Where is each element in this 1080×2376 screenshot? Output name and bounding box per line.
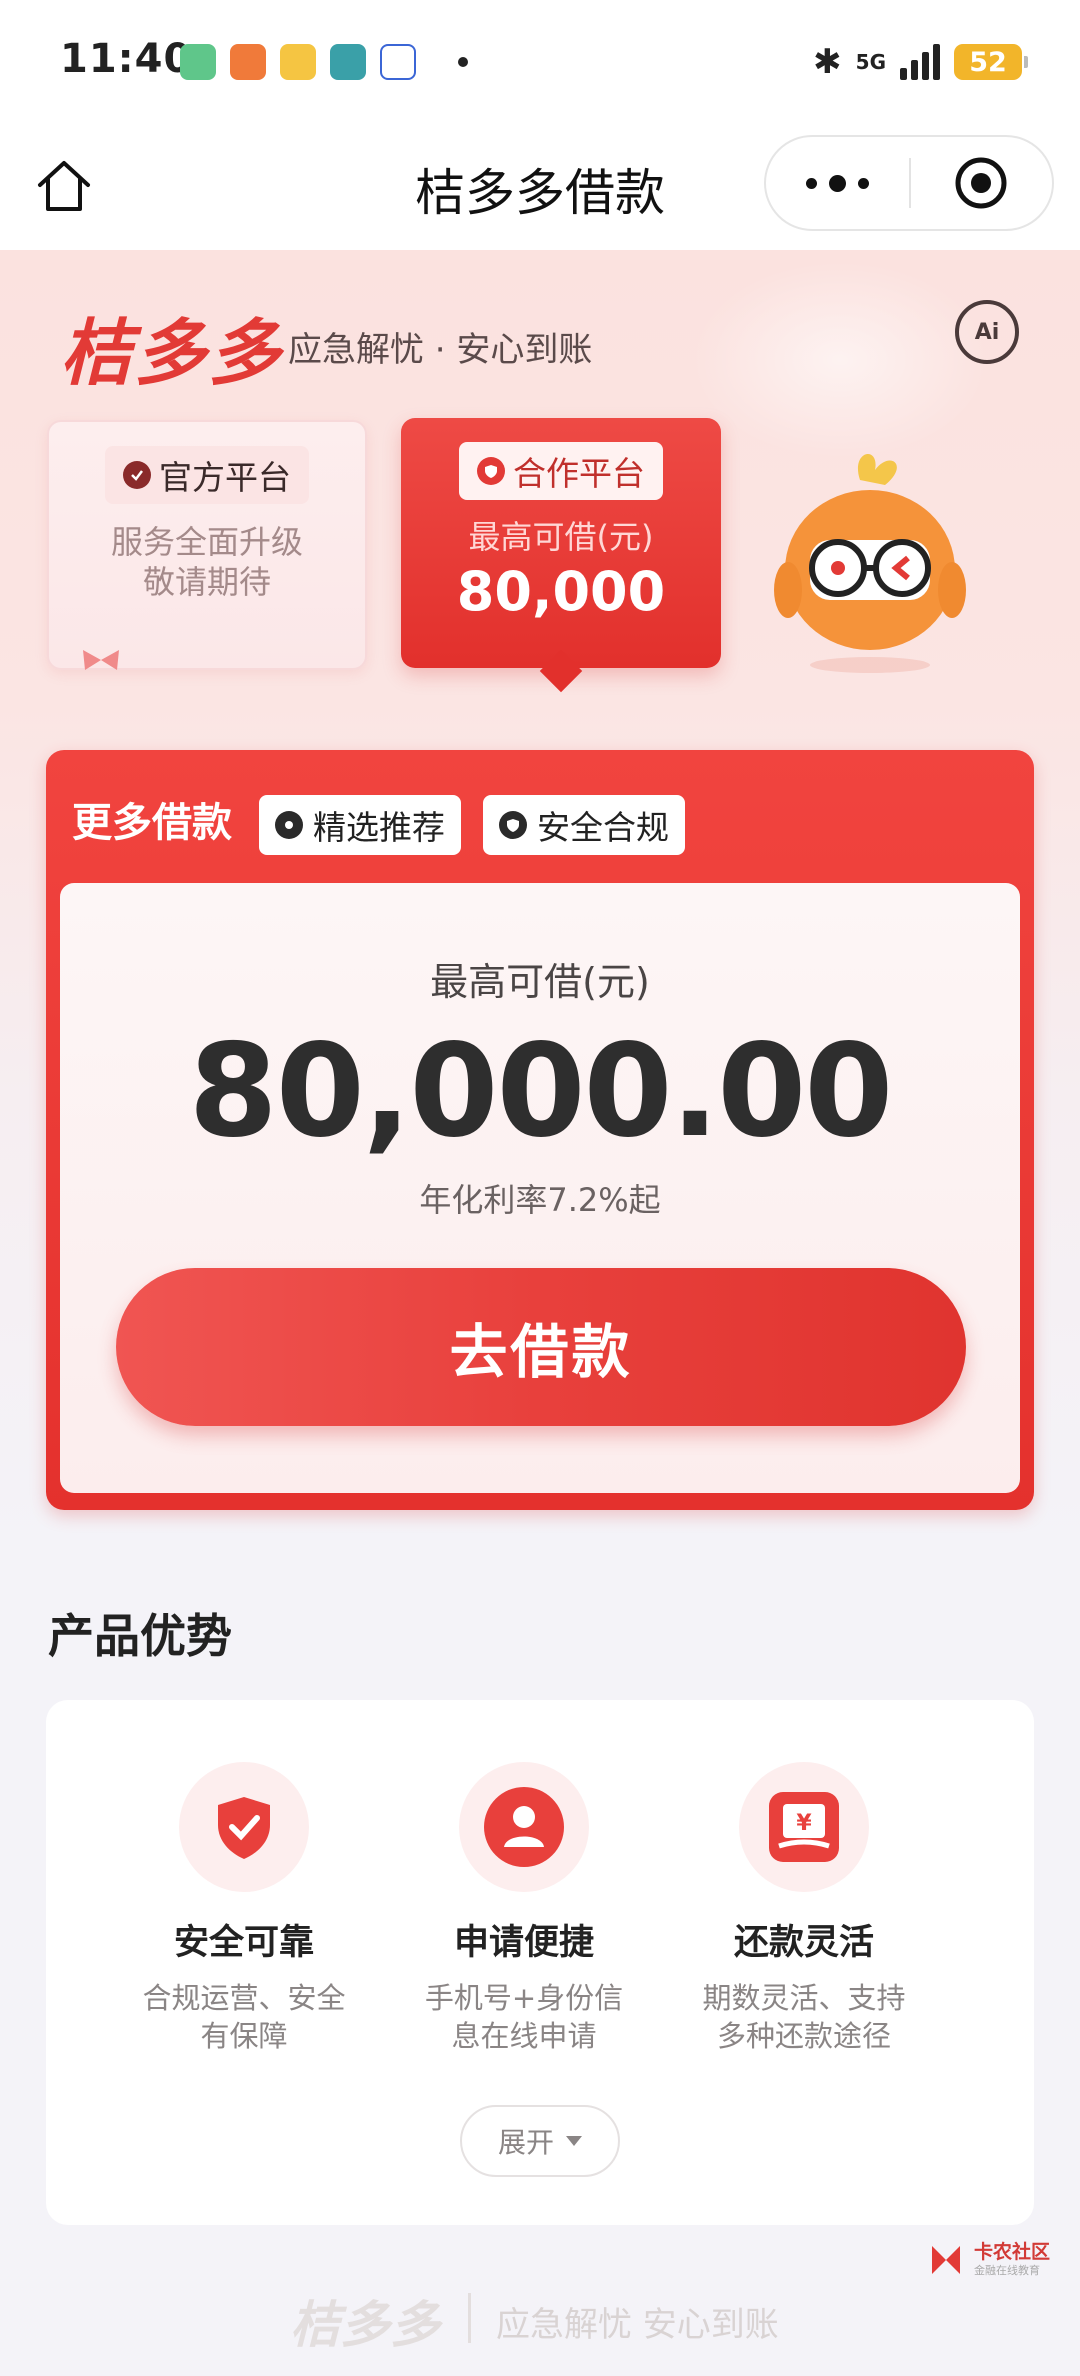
footer: 桔多多 应急解忧 安心到账	[0, 2285, 1080, 2355]
brand-logo: 桔多多	[60, 311, 283, 395]
bow-icon	[83, 650, 119, 670]
partner-platform-tab[interactable]: 合作平台 最高可借(元) 80,000	[401, 418, 721, 693]
svg-text:¥: ¥	[796, 1811, 812, 1836]
max-borrow-label: 最高可借(元)	[430, 960, 650, 1004]
shield-check-icon	[179, 1762, 309, 1892]
shield-badge-icon	[499, 811, 527, 839]
app-notification-icon	[230, 44, 266, 80]
annual-rate-text: 年化利率7.2%起	[419, 1180, 661, 1219]
signal-icon	[900, 44, 940, 80]
mascot-image	[774, 453, 966, 673]
network-type: 5G	[855, 50, 886, 74]
star-badge-icon	[275, 811, 303, 839]
official-platform-tab[interactable]: 官方平台 服务全面升级 敬请期待	[47, 420, 367, 670]
badge-featured: 精选推荐	[259, 795, 461, 855]
more-notifications-icon	[458, 57, 468, 67]
badge-compliant: 安全合规	[483, 795, 685, 855]
official-platform-label: 官方平台	[159, 458, 291, 497]
max-borrow-amount: 80,000.00	[188, 1017, 894, 1166]
partner-platform-label: 合作平台	[513, 454, 645, 493]
app-notification-icon	[330, 44, 366, 80]
battery-icon: 52	[954, 44, 1028, 80]
bluetooth-icon: ✱	[813, 42, 842, 82]
watermark-logo-icon	[931, 2246, 960, 2274]
feature-item: 申请便捷 手机号+身份信 息在线申请	[374, 1762, 674, 2055]
hero-section: 桔多多 应急解忧 · 安心到账 Ai 官方平台 服务全面升级 敬请期待 合作平台…	[0, 250, 1080, 1550]
advantages-title: 产品优势	[48, 1609, 232, 1663]
expand-button[interactable]: 展开	[460, 2105, 620, 2177]
brand-slogan: 应急解忧 · 安心到账	[288, 330, 593, 370]
official-desc-line2: 敬请期待	[142, 563, 271, 601]
official-desc-line1: 服务全面升级	[110, 523, 303, 561]
mini-program-capsule	[764, 135, 1054, 231]
footer-slogan: 应急解忧 安心到账	[496, 2305, 779, 2345]
shield-badge-icon	[477, 457, 505, 485]
check-badge-icon	[123, 461, 151, 489]
loan-amount-panel: 最高可借(元) 80,000.00 年化利率7.2%起 去借款	[60, 883, 1020, 1493]
loan-card: 更多借款 精选推荐 安全合规 最高可借(元) 80,000.00 年化利率7.2…	[46, 750, 1034, 1510]
more-options-button[interactable]	[766, 174, 909, 192]
status-time: 11:40	[60, 36, 193, 82]
feature-item: ¥ 还款灵活 期数灵活、支持 多种还款途径	[654, 1762, 954, 2055]
more-loans-title: 更多借款	[72, 800, 232, 846]
footer-brand: 桔多多	[290, 2296, 440, 2354]
target-icon	[955, 157, 1007, 209]
partner-max-amount: 80,000	[456, 560, 666, 623]
watermark: 卡农社区 金融在线教育	[926, 2240, 1050, 2280]
feature-item: 安全可靠 合规运营、安全 有保障	[94, 1762, 394, 2055]
ai-assistant-button[interactable]: Ai	[955, 300, 1019, 364]
baidu-icon	[380, 44, 416, 80]
partner-max-label: 最高可借(元)	[468, 518, 654, 556]
status-bar: 11:40 ✱ 5G 52	[0, 0, 1080, 125]
borrow-button[interactable]: 去借款	[116, 1268, 966, 1426]
user-icon	[459, 1762, 589, 1892]
chevron-down-icon	[566, 2136, 582, 2146]
navigation-bar: 桔多多借款	[0, 125, 1080, 250]
advantages-card: 安全可靠 合规运营、安全 有保障 申请便捷 手机号+身份信 息在线申请 ¥ 还款灵活…	[46, 1700, 1034, 2225]
app-notification-icon	[280, 44, 316, 80]
app-notification-icon	[180, 44, 216, 80]
yuan-receipt-icon: ¥	[739, 1762, 869, 1892]
notification-icons	[180, 44, 468, 80]
close-miniprogram-button[interactable]	[911, 155, 1052, 211]
